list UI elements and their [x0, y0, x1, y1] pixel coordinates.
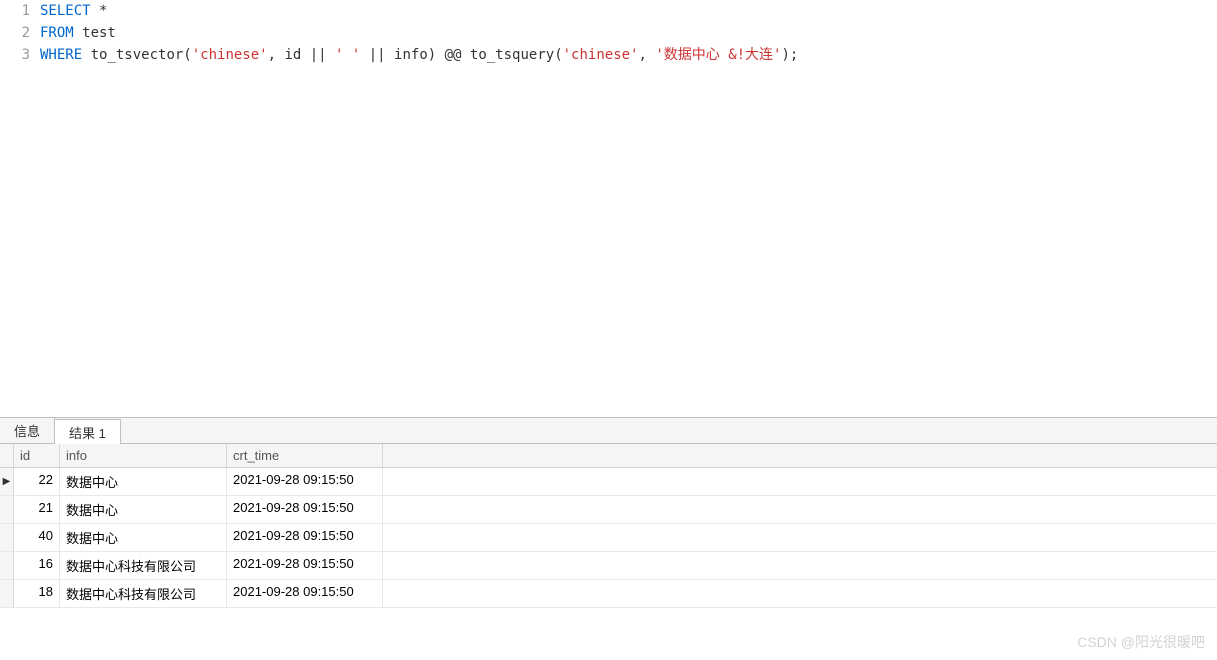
cell-crt-time[interactable]: 2021-09-28 09:15:50 — [227, 524, 383, 551]
sql-editor[interactable]: 1SELECT *2FROM test3WHERE to_tsvector('c… — [0, 0, 1217, 418]
tab-info[interactable]: 信息 — [0, 418, 55, 443]
cell-info[interactable]: 数据中心 — [60, 468, 227, 495]
table-row[interactable]: 40数据中心2021-09-28 09:15:50 — [0, 524, 1217, 552]
line-number: 3 — [0, 44, 40, 66]
grid-header-row: id info crt_time — [0, 444, 1217, 468]
cell-id[interactable]: 18 — [14, 580, 60, 607]
cell-crt-time[interactable]: 2021-09-28 09:15:50 — [227, 552, 383, 579]
row-selector[interactable] — [0, 552, 14, 579]
cell-crt-time[interactable]: 2021-09-28 09:15:50 — [227, 468, 383, 495]
code-line[interactable]: 1SELECT * — [0, 0, 1217, 22]
code-content[interactable]: WHERE to_tsvector('chinese', id || ' ' |… — [40, 44, 1217, 66]
cell-info[interactable]: 数据中心科技有限公司 — [60, 552, 227, 579]
row-selector-header[interactable] — [0, 444, 14, 467]
cell-crt-time[interactable]: 2021-09-28 09:15:50 — [227, 496, 383, 523]
table-row[interactable]: 16数据中心科技有限公司2021-09-28 09:15:50 — [0, 552, 1217, 580]
result-grid[interactable]: id info crt_time ▶22数据中心2021-09-28 09:15… — [0, 444, 1217, 608]
cell-id[interactable]: 21 — [14, 496, 60, 523]
table-row[interactable]: 18数据中心科技有限公司2021-09-28 09:15:50 — [0, 580, 1217, 608]
cell-id[interactable]: 40 — [14, 524, 60, 551]
result-tabs: 信息 结果 1 — [0, 418, 1217, 444]
row-selector[interactable] — [0, 496, 14, 523]
column-header-id[interactable]: id — [14, 444, 60, 467]
cell-crt-time[interactable]: 2021-09-28 09:15:50 — [227, 580, 383, 607]
cell-id[interactable]: 22 — [14, 468, 60, 495]
watermark: CSDN @阳光很暖吧 — [1077, 632, 1205, 652]
line-number: 2 — [0, 22, 40, 44]
code-line[interactable]: 2FROM test — [0, 22, 1217, 44]
cell-info[interactable]: 数据中心科技有限公司 — [60, 580, 227, 607]
code-line[interactable]: 3WHERE to_tsvector('chinese', id || ' ' … — [0, 44, 1217, 66]
tab-result-1[interactable]: 结果 1 — [55, 419, 121, 444]
table-row[interactable]: ▶22数据中心2021-09-28 09:15:50 — [0, 468, 1217, 496]
column-header-crt-time[interactable]: crt_time — [227, 444, 383, 467]
row-selector[interactable]: ▶ — [0, 468, 14, 495]
cell-info[interactable]: 数据中心 — [60, 524, 227, 551]
column-header-info[interactable]: info — [60, 444, 227, 467]
row-selector[interactable] — [0, 524, 14, 551]
code-content[interactable]: SELECT * — [40, 0, 1217, 22]
row-selector[interactable] — [0, 580, 14, 607]
line-number: 1 — [0, 0, 40, 22]
cell-id[interactable]: 16 — [14, 552, 60, 579]
code-content[interactable]: FROM test — [40, 22, 1217, 44]
table-row[interactable]: 21数据中心2021-09-28 09:15:50 — [0, 496, 1217, 524]
cell-info[interactable]: 数据中心 — [60, 496, 227, 523]
